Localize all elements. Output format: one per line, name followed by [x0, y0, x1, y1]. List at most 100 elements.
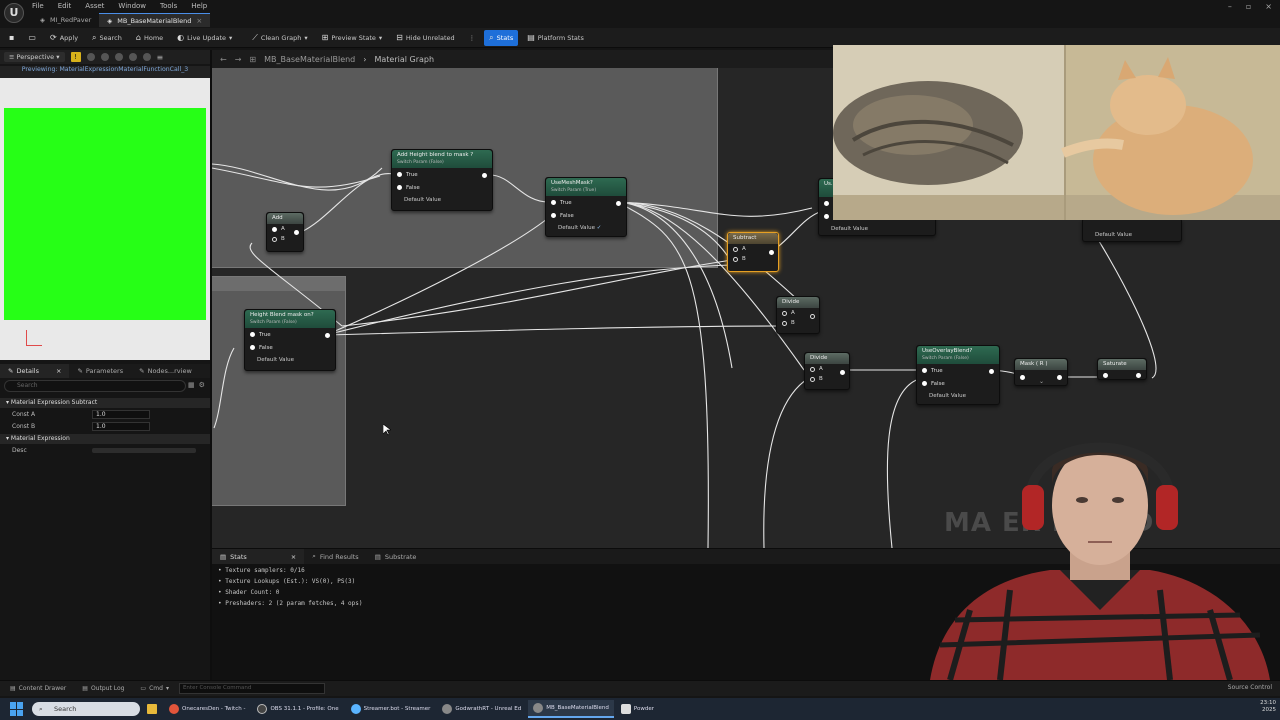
- pin-false[interactable]: False: [245, 341, 335, 354]
- output-pin[interactable]: [769, 250, 774, 255]
- shape-plane-icon[interactable]: [114, 53, 123, 61]
- search-button[interactable]: ⌕ Search: [87, 30, 127, 46]
- save-button[interactable]: ▪: [4, 30, 19, 46]
- node-add-height-blend-to-mask[interactable]: Add Height blend to mask ? Switch Param (…: [391, 149, 493, 211]
- close-window-icon[interactable]: ×: [1265, 2, 1272, 11]
- chevron-down-icon[interactable]: ⌄: [1039, 378, 1044, 385]
- output-log-button[interactable]: ▤ Output Log: [76, 685, 130, 692]
- forward-arrow-icon[interactable]: →: [235, 55, 242, 64]
- pin-true[interactable]: True: [546, 196, 626, 209]
- output-pin[interactable]: [325, 333, 330, 338]
- node-use-mesh-mask[interactable]: UseMeshMask? Switch Param (True) True Fal…: [545, 177, 627, 237]
- pin-true[interactable]: True: [245, 328, 335, 341]
- tab-details[interactable]: ✎ Details ×: [0, 364, 70, 378]
- material-preview-viewport[interactable]: [0, 78, 210, 360]
- warning-icon[interactable]: !: [70, 52, 81, 62]
- minimize-icon[interactable]: –: [1228, 2, 1232, 11]
- taskbar-app-material-editor[interactable]: MB_BaseMaterialBlend: [528, 700, 614, 718]
- console-command-input[interactable]: Enter Console Command: [178, 683, 325, 694]
- clean-graph-button[interactable]: ⟋ Clean Graph ▾: [247, 30, 312, 46]
- shape-sphere-icon[interactable]: [100, 53, 109, 61]
- const-b-field[interactable]: 1.0: [92, 421, 150, 431]
- menu-help[interactable]: Help: [191, 2, 207, 10]
- node-divide-2[interactable]: Divide A B: [804, 352, 850, 390]
- menu-edit[interactable]: Edit: [58, 2, 72, 10]
- maximize-icon[interactable]: ▫: [1246, 2, 1251, 11]
- browse-button[interactable]: ▭: [23, 30, 41, 46]
- preview-state-button[interactable]: ⊞ Preview State ▾: [317, 30, 388, 46]
- tab-stats[interactable]: ▤ Stats ×: [212, 548, 305, 565]
- output-pin[interactable]: [810, 314, 815, 319]
- node-mask-r[interactable]: Mask ( R ) ⌄: [1014, 358, 1068, 386]
- hide-unrelated-button[interactable]: ⊟ Hide Unrelated: [391, 30, 459, 46]
- pin-false[interactable]: False: [917, 377, 999, 390]
- menu-tools[interactable]: Tools: [160, 2, 177, 10]
- tab-mb-basematerialblend[interactable]: ◈ MB_BaseMaterialBlend ×: [99, 13, 211, 27]
- pin-true[interactable]: True: [392, 168, 492, 181]
- output-pin[interactable]: [1057, 375, 1062, 380]
- details-search-input[interactable]: Search: [4, 380, 186, 392]
- taskbar-app-unreal-editor[interactable]: GodwrathRT - Unreal Ed: [437, 700, 526, 718]
- close-icon[interactable]: ×: [56, 367, 61, 375]
- breadcrumb-asset[interactable]: MB_BaseMaterialBlend: [264, 55, 355, 64]
- node-height-blend-mask-on[interactable]: Height Blend mask on? Switch Param (False…: [244, 309, 336, 371]
- content-drawer-button[interactable]: ▤ Content Drawer: [4, 685, 72, 692]
- taskbar-app-streamerbot[interactable]: Streamer.bot - Streamer: [346, 700, 436, 718]
- menu-window[interactable]: Window: [118, 2, 146, 10]
- home-button[interactable]: ⌂ Home: [131, 30, 168, 46]
- menu-asset[interactable]: Asset: [85, 2, 104, 10]
- taskbar-app-powder[interactable]: Powder: [616, 700, 659, 718]
- close-icon[interactable]: ×: [196, 17, 202, 25]
- pin-false[interactable]: False: [392, 181, 492, 194]
- const-a-field[interactable]: 1.0: [92, 409, 150, 419]
- output-pin[interactable]: [1136, 373, 1141, 378]
- output-pin[interactable]: [294, 230, 299, 235]
- tab-substrate[interactable]: ▤ Substrate: [367, 549, 425, 565]
- node-saturate[interactable]: Saturate: [1097, 358, 1147, 380]
- live-update-button[interactable]: ◐ Live Update ▾: [172, 30, 237, 46]
- source-control-button[interactable]: Source Control: [1228, 684, 1272, 691]
- settings-icon[interactable]: ⚙: [199, 381, 205, 389]
- apply-button[interactable]: ⟳ Apply: [45, 30, 83, 46]
- back-arrow-icon[interactable]: ←: [220, 55, 227, 64]
- output-pin[interactable]: [482, 173, 487, 178]
- section-material-expression[interactable]: ▾ Material Expression: [0, 434, 210, 444]
- file-explorer-icon[interactable]: [142, 700, 162, 718]
- tab-find-results[interactable]: ⌕ Find Results: [304, 549, 367, 565]
- breadcrumb-graph[interactable]: Material Graph: [374, 55, 434, 64]
- input-pin[interactable]: [1020, 375, 1025, 380]
- pin-b[interactable]: B: [805, 374, 849, 384]
- pin-b[interactable]: B: [267, 234, 303, 244]
- taskbar-search-input[interactable]: ⌕ Search: [32, 702, 140, 716]
- shape-cylinder-icon[interactable]: [86, 53, 95, 61]
- pin-b[interactable]: B: [777, 318, 819, 328]
- pin-b[interactable]: B: [728, 254, 778, 264]
- node-divide-1[interactable]: Divide A B: [776, 296, 820, 334]
- menu-file[interactable]: File: [32, 2, 44, 10]
- output-pin[interactable]: [616, 201, 621, 206]
- node-add[interactable]: Add A B: [266, 212, 304, 252]
- taskbar-app-obs[interactable]: OBS 31.1.1 - Profile: One: [252, 700, 343, 718]
- output-pin[interactable]: [989, 369, 994, 374]
- close-icon[interactable]: ×: [291, 553, 296, 561]
- platform-stats-button[interactable]: ▤ Platform Stats: [522, 30, 589, 46]
- tab-mi-redpaver[interactable]: ◈ MI_RedPaver: [32, 13, 99, 27]
- more-options-icon[interactable]: ⋮: [464, 30, 481, 46]
- viewport-menu-icon[interactable]: ≡: [157, 53, 164, 62]
- checkmark-icon[interactable]: ✓: [597, 225, 602, 231]
- pin-false[interactable]: False: [546, 209, 626, 222]
- node-use-overlay-blend[interactable]: UseOverlayBlend? Switch Param (False) Tru…: [916, 345, 1000, 405]
- cmd-dropdown[interactable]: ▭ Cmd ▾: [134, 685, 175, 692]
- input-pin[interactable]: [1103, 373, 1108, 378]
- viewport-mode-dropdown[interactable]: ≡ Perspective ▾: [4, 52, 65, 62]
- windows-start-icon[interactable]: [10, 702, 24, 716]
- desc-field[interactable]: [92, 447, 196, 453]
- output-pin[interactable]: [840, 370, 845, 375]
- pin-true[interactable]: True: [917, 364, 999, 377]
- tab-parameters[interactable]: ✎ Parameters: [69, 364, 131, 378]
- tab-nodes-overview[interactable]: ✎ Nodes...rview: [131, 364, 200, 378]
- grid-view-icon[interactable]: ▦: [188, 381, 195, 389]
- taskbar-app-twitch[interactable]: OnecaresDen - Twitch -: [164, 700, 250, 718]
- node-subtract[interactable]: Subtract A B: [727, 232, 779, 272]
- node-partial-hidden-2[interactable]: Default Value: [1082, 218, 1182, 242]
